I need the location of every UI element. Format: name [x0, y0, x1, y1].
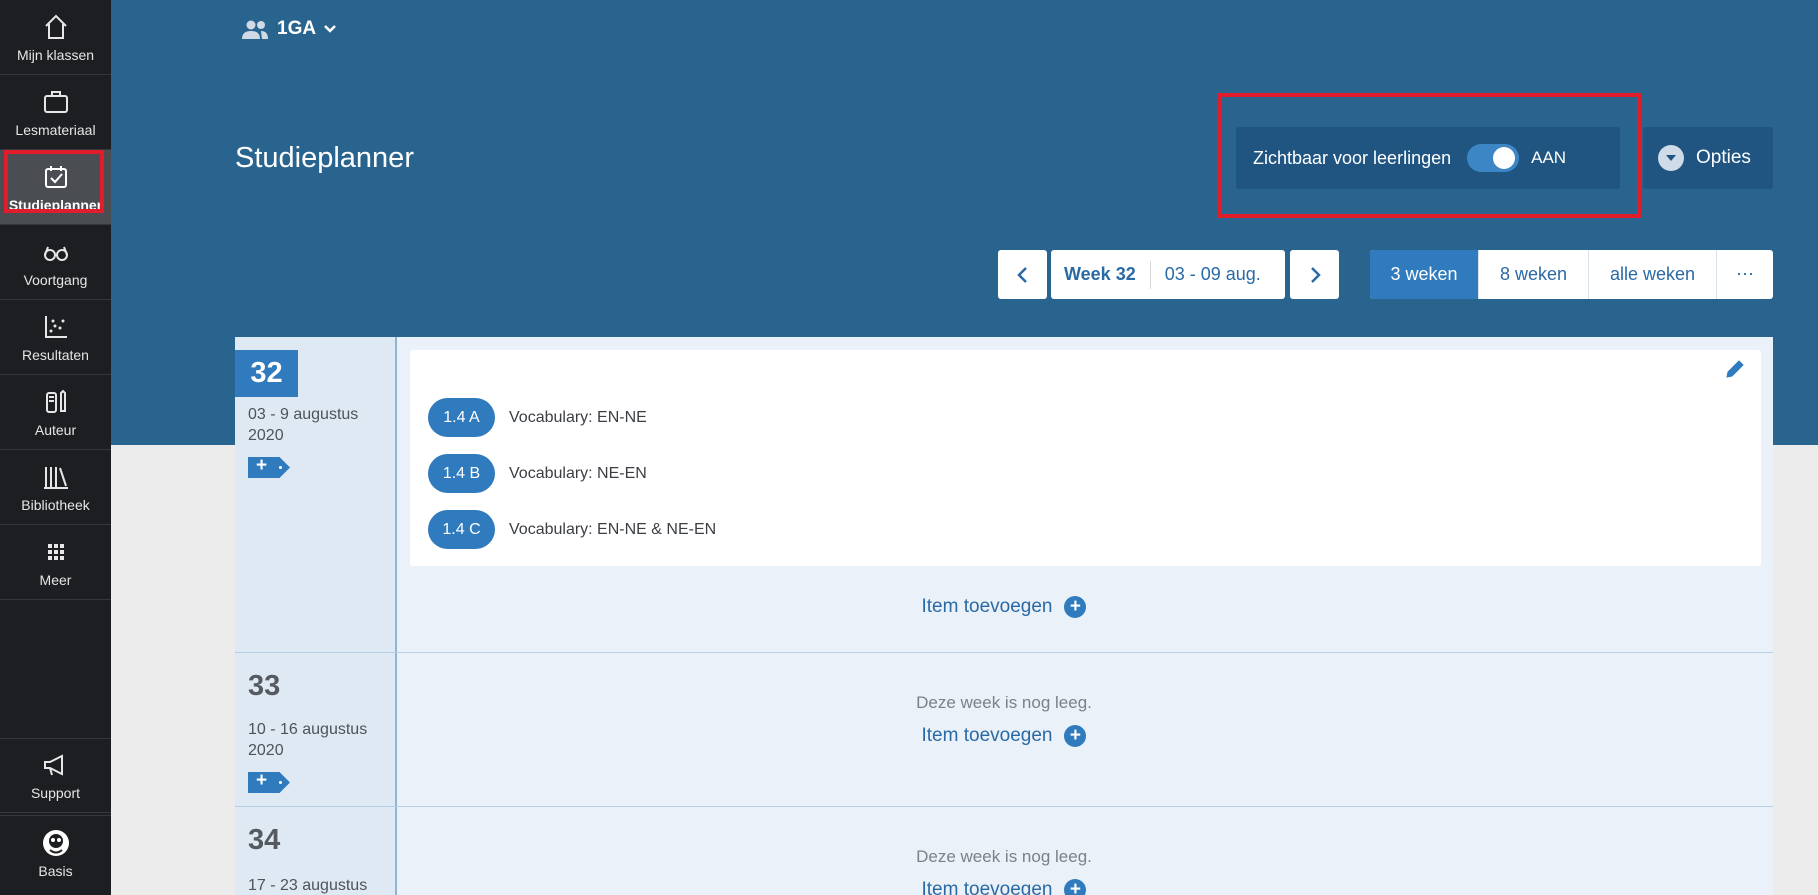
week-number: 32 [235, 350, 298, 397]
range-all-weeks[interactable]: alle weken [1589, 250, 1717, 299]
add-item-label: Item toevoegen [921, 596, 1053, 617]
calendar-check-icon [44, 165, 67, 188]
range-3-weeks[interactable]: 3 weken [1370, 250, 1479, 299]
support-button[interactable]: Support [0, 738, 111, 813]
item-title[interactable]: Vocabulary: EN-NE & NE-EN [509, 521, 716, 539]
add-item-label: Item toevoegen [921, 879, 1053, 895]
sidebar-item-label: Resultaten [22, 346, 89, 363]
megaphone-icon [43, 754, 63, 776]
class-name: 1GA [277, 18, 317, 39]
sidebar-item-label: Auteur [34, 421, 77, 438]
item-badge[interactable]: 1.4 C [428, 510, 495, 549]
range-more-button[interactable]: ⋯ [1717, 250, 1773, 299]
item-title[interactable]: Vocabulary: EN-NE [509, 409, 647, 427]
sidebar-item-label: Studieplanner [8, 196, 103, 213]
add-item-label: Item toevoegen [921, 725, 1053, 746]
avatar-icon [42, 829, 69, 856]
glasses-icon [43, 246, 68, 261]
visibility-panel: Zichtbaar voor leerlingen AAN [1236, 127, 1620, 189]
scatter-chart-icon [44, 315, 67, 338]
books-icon [43, 466, 68, 489]
sidebar: Mijn klassen Lesmateriaal Studieplanner … [0, 0, 111, 895]
add-tag-button[interactable]: + [248, 772, 290, 793]
list-item: 1.4 C Vocabulary: EN-NE & NE-EN [428, 510, 716, 549]
sidebar-item-lesmateriaal[interactable]: Lesmateriaal [0, 75, 111, 150]
sidebar-item-label: Meer [39, 571, 72, 588]
week-dates: 03 - 9 augustus 2020 [248, 406, 359, 444]
week-range: 03 - 09 aug. [1164, 264, 1261, 284]
week-row: 34 17 - 23 augustus Deze week is nog lee… [235, 807, 1773, 895]
toggle-state-label: AAN [1531, 148, 1567, 167]
empty-week-message: Deze week is nog leeg. [916, 693, 1092, 712]
planner: 32 03 - 9 augustus 2020 + 1.4 A Vocabula… [235, 337, 1773, 895]
sidebar-item-mijn-klassen[interactable]: Mijn klassen [0, 0, 111, 75]
support-label: Support [30, 785, 81, 801]
chevron-right-icon [1310, 266, 1321, 283]
chevron-down-circle-icon [1658, 145, 1684, 171]
author-icon [45, 389, 66, 413]
item-badge[interactable]: 1.4 A [428, 398, 495, 437]
list-item: 1.4 A Vocabulary: EN-NE [428, 398, 647, 437]
plus-circle-icon: + [1064, 596, 1087, 618]
sidebar-item-resultaten[interactable]: Resultaten [0, 300, 111, 375]
plus-circle-icon: + [1064, 879, 1087, 895]
sidebar-item-studieplanner[interactable]: Studieplanner [0, 150, 111, 225]
week-label: Week 32 [1064, 264, 1136, 284]
item-badge[interactable]: 1.4 B [428, 454, 495, 493]
briefcase-icon [43, 90, 68, 113]
users-icon [242, 20, 268, 39]
options-label: Opties [1696, 147, 1751, 168]
grid-icon [47, 543, 64, 560]
plus-circle-icon: + [1064, 725, 1087, 747]
item-card: 1.4 A Vocabulary: EN-NE 1.4 B Vocabulary… [410, 350, 1761, 566]
chevron-left-icon [1016, 266, 1027, 283]
add-item-button[interactable]: Item toevoegen + [235, 596, 1773, 618]
prev-week-button[interactable] [998, 250, 1047, 299]
range-8-weeks[interactable]: 8 weken [1479, 250, 1589, 299]
visibility-toggle[interactable] [1467, 144, 1520, 172]
add-item-button[interactable]: Item toevoegen + [235, 725, 1773, 747]
week-display[interactable]: Week 32 03 - 09 aug. [1051, 250, 1285, 299]
class-selector[interactable]: 1GA [240, 18, 338, 40]
divider [1149, 260, 1151, 289]
sidebar-item-label: Voortgang [23, 271, 88, 288]
sidebar-item-label: Bibliotheek [21, 496, 90, 513]
profile-button[interactable]: Basis [0, 815, 111, 890]
next-week-button[interactable] [1290, 250, 1339, 299]
sidebar-item-label: Lesmateriaal [15, 121, 96, 138]
item-title[interactable]: Vocabulary: NE-EN [509, 465, 647, 483]
sidebar-item-bibliotheek[interactable]: Bibliotheek [0, 450, 111, 525]
empty-week-message: Deze week is nog leeg. [916, 847, 1092, 866]
page-title: Studieplanner [235, 142, 414, 174]
toggle-knob [1493, 147, 1516, 169]
home-icon [44, 14, 67, 39]
sidebar-item-voortgang[interactable]: Voortgang [0, 225, 111, 300]
week-row: 33 10 - 16 augustus 2020 + Deze week is … [235, 653, 1773, 807]
options-button[interactable]: Opties [1643, 127, 1773, 189]
profile-label: Basis [38, 862, 73, 879]
visibility-label: Zichtbaar voor leerlingen [1253, 147, 1452, 168]
sidebar-item-label: Mijn klassen [16, 46, 95, 63]
add-item-button[interactable]: Item toevoegen + [235, 879, 1773, 895]
range-selector: 3 weken 8 weken alle weken ⋯ [1370, 250, 1773, 299]
list-item: 1.4 B Vocabulary: NE-EN [428, 454, 647, 493]
add-tag-button[interactable]: + [248, 457, 290, 478]
chevron-down-icon [324, 25, 336, 33]
sidebar-item-auteur[interactable]: Auteur [0, 375, 111, 450]
week-row: 32 03 - 9 augustus 2020 + 1.4 A Vocabula… [235, 337, 1773, 653]
sidebar-item-meer[interactable]: Meer [0, 525, 111, 600]
edit-pencil-icon[interactable] [1724, 358, 1746, 380]
